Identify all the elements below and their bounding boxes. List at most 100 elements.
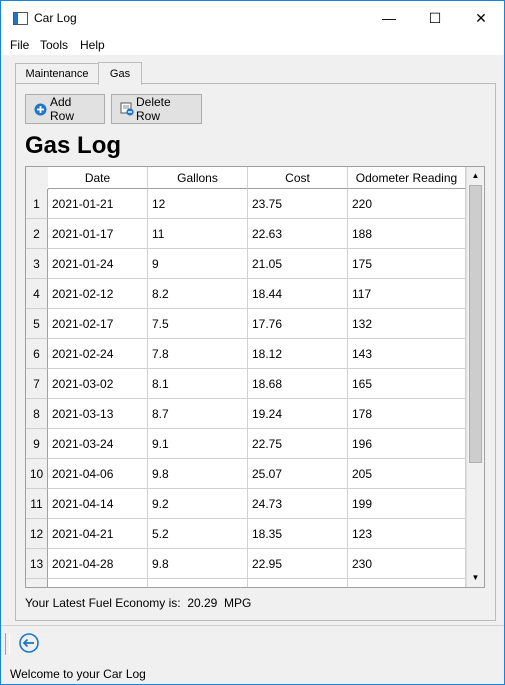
cell-gallons[interactable]: 9 xyxy=(148,249,248,279)
row-header[interactable]: 6 xyxy=(26,339,48,369)
gas-log-table[interactable]: Date Gallons Cost Odometer Reading 1 202… xyxy=(25,166,485,588)
cell-gallons[interactable]: 11 xyxy=(148,219,248,249)
row-header[interactable]: 9 xyxy=(26,429,48,459)
title-bar[interactable]: Car Log — ☐ ✕ xyxy=(1,1,504,35)
scrollbar-thumb[interactable] xyxy=(469,185,482,463)
menu-tools[interactable]: Tools xyxy=(40,38,68,52)
table-row[interactable]: 4 2021-02-12 8.2 18.44 117 xyxy=(26,279,466,309)
cell-cost[interactable]: 24.73 xyxy=(248,489,348,519)
cell-cost[interactable]: 22.63 xyxy=(248,219,348,249)
row-header[interactable]: 4 xyxy=(26,279,48,309)
table-scrollbar[interactable]: ▲ ▼ xyxy=(466,167,484,587)
row-header[interactable]: 10 xyxy=(26,459,48,489)
cell-odometer[interactable]: 132 xyxy=(348,309,466,339)
cell-date[interactable]: 2021-04-28 xyxy=(48,549,148,579)
cell-date[interactable]: 2021-04-21 xyxy=(48,519,148,549)
cell-gallons[interactable]: 7.8 xyxy=(148,339,248,369)
row-header[interactable]: 2 xyxy=(26,219,48,249)
table-row[interactable]: 7 2021-03-02 8.1 18.68 165 xyxy=(26,369,466,399)
toolbar-grip[interactable] xyxy=(5,633,10,655)
table-row[interactable]: 9 2021-03-24 9.1 22.75 196 xyxy=(26,429,466,459)
column-header-cost[interactable]: Cost xyxy=(248,167,348,189)
cell-date[interactable]: 2021-03-24 xyxy=(48,429,148,459)
cell-gallons[interactable] xyxy=(148,579,248,587)
cell-gallons[interactable]: 9.2 xyxy=(148,489,248,519)
cell-odometer[interactable] xyxy=(348,579,466,587)
close-button[interactable]: ✕ xyxy=(458,1,504,35)
cell-cost[interactable]: 23.75 xyxy=(248,189,348,219)
cell-gallons[interactable]: 8.1 xyxy=(148,369,248,399)
row-header[interactable]: 3 xyxy=(26,249,48,279)
column-header-odometer[interactable]: Odometer Reading xyxy=(348,167,466,189)
tab-maintenance[interactable]: Maintenance xyxy=(15,63,99,84)
scroll-down-icon[interactable]: ▼ xyxy=(468,570,483,585)
cell-cost[interactable]: 18.44 xyxy=(248,279,348,309)
table-corner[interactable] xyxy=(26,167,49,190)
cell-odometer[interactable]: 205 xyxy=(348,459,466,489)
row-header[interactable]: 12 xyxy=(26,519,48,549)
cell-odometer[interactable]: 196 xyxy=(348,429,466,459)
row-header[interactable] xyxy=(26,579,48,587)
cell-odometer[interactable]: 199 xyxy=(348,489,466,519)
cell-date[interactable]: 2021-04-06 xyxy=(48,459,148,489)
cell-date[interactable]: 2021-04-14 xyxy=(48,489,148,519)
column-header-date[interactable]: Date xyxy=(48,167,148,189)
add-row-button[interactable]: Add Row xyxy=(25,94,105,124)
table-row[interactable]: 8 2021-03-13 8.7 19.24 178 xyxy=(26,399,466,429)
cell-gallons[interactable]: 9.1 xyxy=(148,429,248,459)
table-row[interactable]: 5 2021-02-17 7.5 17.76 132 xyxy=(26,309,466,339)
cell-odometer[interactable]: 220 xyxy=(348,189,466,219)
cell-cost[interactable]: 25.07 xyxy=(248,459,348,489)
table-row[interactable] xyxy=(26,579,466,587)
row-header[interactable]: 5 xyxy=(26,309,48,339)
cell-cost[interactable]: 18.35 xyxy=(248,519,348,549)
cell-cost[interactable]: 19.24 xyxy=(248,399,348,429)
cell-date[interactable]: 2021-02-24 xyxy=(48,339,148,369)
tab-gas[interactable]: Gas xyxy=(98,62,142,85)
cell-cost[interactable] xyxy=(248,579,348,587)
scroll-up-icon[interactable]: ▲ xyxy=(468,168,483,183)
table-row[interactable]: 10 2021-04-06 9.8 25.07 205 xyxy=(26,459,466,489)
cell-date[interactable]: 2021-01-17 xyxy=(48,219,148,249)
table-row[interactable]: 1 2021-01-21 12 23.75 220 xyxy=(26,189,466,219)
back-button[interactable] xyxy=(17,632,41,656)
row-header[interactable]: 8 xyxy=(26,399,48,429)
row-header[interactable]: 13 xyxy=(26,549,48,579)
cell-odometer[interactable]: 175 xyxy=(348,249,466,279)
column-header-gallons[interactable]: Gallons xyxy=(148,167,248,189)
cell-cost[interactable]: 18.12 xyxy=(248,339,348,369)
cell-date[interactable]: 2021-03-02 xyxy=(48,369,148,399)
delete-row-button[interactable]: Delete Row xyxy=(111,94,202,124)
maximize-button[interactable]: ☐ xyxy=(412,1,458,35)
cell-cost[interactable]: 21.05 xyxy=(248,249,348,279)
menu-help[interactable]: Help xyxy=(80,38,105,52)
cell-date[interactable]: 2021-02-12 xyxy=(48,279,148,309)
cell-odometer[interactable]: 123 xyxy=(348,519,466,549)
cell-date[interactable]: 2021-02-17 xyxy=(48,309,148,339)
table-row[interactable]: 12 2021-04-21 5.2 18.35 123 xyxy=(26,519,466,549)
cell-gallons[interactable]: 5.2 xyxy=(148,519,248,549)
cell-date[interactable]: 2021-03-13 xyxy=(48,399,148,429)
cell-gallons[interactable]: 8.2 xyxy=(148,279,248,309)
cell-cost[interactable]: 22.75 xyxy=(248,429,348,459)
table-row[interactable]: 3 2021-01-24 9 21.05 175 xyxy=(26,249,466,279)
row-header[interactable]: 11 xyxy=(26,489,48,519)
cell-cost[interactable]: 22.95 xyxy=(248,549,348,579)
cell-odometer[interactable]: 230 xyxy=(348,549,466,579)
cell-gallons[interactable]: 9.8 xyxy=(148,549,248,579)
cell-gallons[interactable]: 8.7 xyxy=(148,399,248,429)
menu-file[interactable]: File xyxy=(10,38,29,52)
cell-odometer[interactable]: 143 xyxy=(348,339,466,369)
cell-gallons[interactable]: 12 xyxy=(148,189,248,219)
cell-cost[interactable]: 18.68 xyxy=(248,369,348,399)
cell-date[interactable]: 2021-01-21 xyxy=(48,189,148,219)
table-row[interactable]: 2 2021-01-17 11 22.63 188 xyxy=(26,219,466,249)
cell-odometer[interactable]: 165 xyxy=(348,369,466,399)
cell-gallons[interactable]: 9.8 xyxy=(148,459,248,489)
cell-odometer[interactable]: 117 xyxy=(348,279,466,309)
row-header[interactable]: 1 xyxy=(26,189,48,219)
cell-gallons[interactable]: 7.5 xyxy=(148,309,248,339)
cell-odometer[interactable]: 188 xyxy=(348,219,466,249)
row-header[interactable]: 7 xyxy=(26,369,48,399)
table-row[interactable]: 13 2021-04-28 9.8 22.95 230 xyxy=(26,549,466,579)
